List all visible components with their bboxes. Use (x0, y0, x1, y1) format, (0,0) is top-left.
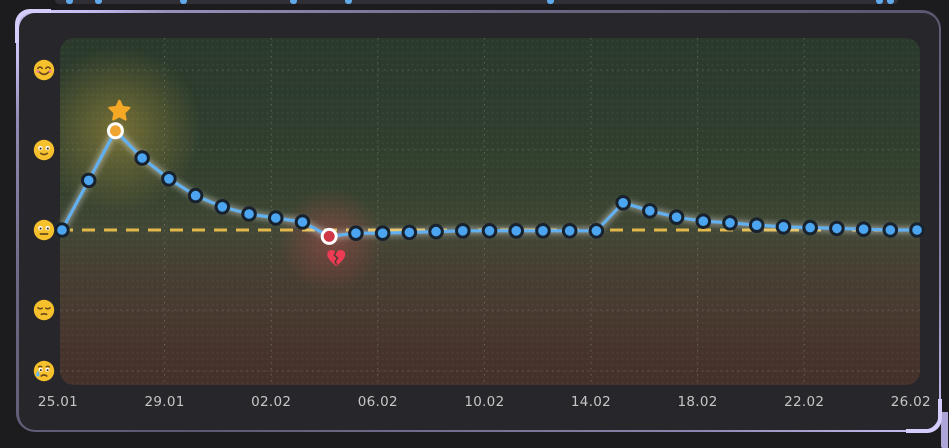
mood-line-chart (54, 38, 925, 385)
adjacent-frame-edge (941, 412, 948, 448)
data-point[interactable] (695, 213, 712, 229)
selection-handle-top-left[interactable] (15, 9, 51, 43)
frame-highlight-top (46, 10, 166, 13)
data-point[interactable] (374, 225, 391, 241)
data-point[interactable] (855, 221, 872, 237)
x-axis-label: 29.01 (144, 394, 185, 410)
best-day-point[interactable] (106, 122, 124, 140)
data-point[interactable] (80, 172, 97, 189)
data-point[interactable] (54, 222, 70, 238)
data-point[interactable] (535, 223, 551, 239)
data-point[interactable] (748, 217, 765, 233)
mood-sad-icon (32, 298, 56, 322)
data-point[interactable] (401, 224, 418, 241)
worst-day-point[interactable] (320, 227, 338, 245)
data-point[interactable] (187, 187, 204, 204)
x-axis-label: 22.02 (784, 394, 825, 410)
data-point[interactable] (668, 209, 685, 225)
data-point[interactable] (241, 206, 257, 222)
data-point[interactable] (134, 150, 150, 166)
mood-line-glow (58, 127, 921, 240)
previous-chart-point (95, 0, 102, 4)
mood-slightly-happy-icon (32, 138, 56, 162)
broken-heart-icon (327, 249, 346, 267)
data-point[interactable] (882, 222, 899, 238)
previous-chart-bottom-edge (55, 0, 898, 4)
data-point[interactable] (348, 225, 364, 241)
screenshot-root: 25.01 29.01 02.02 06.02 10.02 14.02 18.02 22.02… (0, 0, 949, 448)
data-point[interactable] (214, 199, 231, 215)
data-point[interactable] (909, 222, 925, 238)
x-axis-label: 06.02 (357, 394, 398, 410)
x-axis-label: 18.02 (677, 394, 718, 410)
star-icon (108, 99, 131, 121)
mood-line (60, 129, 919, 238)
data-point[interactable] (455, 223, 471, 239)
x-axis-label: 25.01 (37, 394, 79, 410)
x-axis-label: 26.02 (890, 394, 931, 410)
data-point[interactable] (561, 223, 578, 239)
data-point[interactable] (588, 223, 605, 239)
x-axis: 25.01 29.01 02.02 06.02 10.02 14.02 18.02 22.02… (0, 394, 949, 412)
previous-chart-point (876, 0, 883, 4)
previous-chart-point (290, 0, 297, 4)
data-point[interactable] (802, 219, 818, 236)
mood-happy-icon (32, 58, 56, 82)
data-point[interactable] (508, 223, 525, 239)
data-point[interactable] (294, 214, 311, 230)
data-point[interactable] (829, 220, 845, 237)
data-point[interactable] (428, 223, 444, 240)
x-axis-label: 10.02 (464, 394, 505, 410)
frame-highlight-left (16, 36, 19, 116)
previous-chart-point (345, 0, 352, 4)
x-axis-label: 02.02 (251, 394, 292, 410)
mood-neutral-icon (32, 218, 56, 242)
previous-chart-point (887, 0, 894, 4)
data-point[interactable] (481, 223, 498, 239)
data-point[interactable] (161, 171, 177, 187)
data-point[interactable] (267, 210, 284, 226)
data-point[interactable] (722, 215, 738, 231)
previous-chart-point (547, 0, 554, 4)
mood-crying-icon (32, 359, 56, 383)
data-point[interactable] (642, 203, 658, 219)
x-axis-label: 14.02 (570, 394, 612, 410)
previous-chart-point (66, 0, 73, 4)
data-point[interactable] (615, 195, 631, 211)
previous-chart-point (180, 0, 187, 4)
data-point[interactable] (775, 219, 792, 235)
